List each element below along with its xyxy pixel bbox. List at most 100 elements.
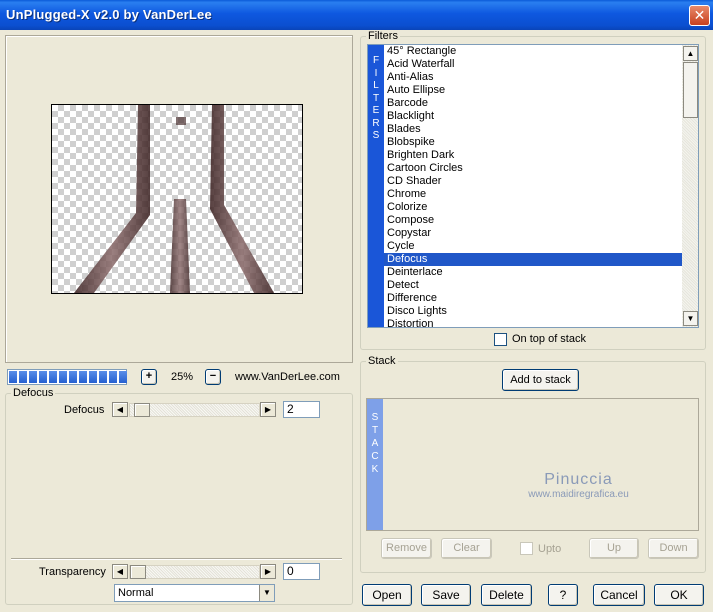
stack-band-letter: K <box>371 464 379 475</box>
transparency-label: Transparency <box>39 566 106 578</box>
stack-list[interactable]: STACK <box>366 398 699 531</box>
plugin-window: UnPlugged-X v2.0 by VanDerLee ✕ + 25% − … <box>0 0 713 612</box>
filter-list-item[interactable]: Deinterlace <box>384 266 682 279</box>
filters-band: FILTERS <box>368 45 384 327</box>
website-link[interactable]: www.VanDerLee.com <box>235 371 340 383</box>
preview-image[interactable] <box>51 104 303 294</box>
transparency-slider[interactable] <box>129 565 260 579</box>
arrow-left-icon: ◀ <box>116 567 124 576</box>
filter-list-item[interactable]: Brighten Dark <box>384 149 682 162</box>
on-top-label: On top of stack <box>512 333 586 345</box>
transparency-slider-thumb[interactable] <box>130 565 146 579</box>
down-button[interactable]: Down <box>648 538 699 559</box>
defocus-value-field[interactable]: 2 <box>283 401 320 418</box>
stack-band: STACK <box>367 399 383 530</box>
watermark-title: Pinuccia <box>544 471 613 488</box>
filters-group-label: Filters <box>366 30 400 42</box>
stack-band-letter: T <box>371 425 379 436</box>
progress-segment <box>99 371 107 383</box>
filter-list-item[interactable]: Distortion <box>384 318 682 327</box>
delete-button[interactable]: Delete <box>481 584 532 606</box>
filter-list-item[interactable]: Cartoon Circles <box>384 162 682 175</box>
filter-list-item[interactable]: Cycle <box>384 240 682 253</box>
transparency-increase-button[interactable]: ▶ <box>260 564 276 579</box>
upto-checkbox[interactable] <box>520 542 533 555</box>
progress-segment <box>19 371 27 383</box>
progress-segment <box>9 371 17 383</box>
filter-list-item[interactable]: Difference <box>384 292 682 305</box>
progress-segment <box>119 371 127 383</box>
filter-list-item[interactable]: Disco Lights <box>384 305 682 318</box>
parameters-group-label: Defocus <box>11 387 56 399</box>
progress-segment <box>89 371 97 383</box>
remove-button[interactable]: Remove <box>381 538 432 559</box>
filter-list-item[interactable]: Colorize <box>384 201 682 214</box>
filter-list-item[interactable]: Blades <box>384 123 682 136</box>
close-button[interactable]: ✕ <box>689 5 710 26</box>
filter-items: 45° Rectangle Acid Waterfall Anti-Alias Aut… <box>384 45 682 327</box>
close-icon: ✕ <box>693 7 706 23</box>
filter-list-item[interactable]: Blacklight <box>384 110 682 123</box>
progress-segment <box>49 371 57 383</box>
filters-band-letter: T <box>372 92 380 104</box>
chevron-down-icon: ▼ <box>263 588 271 597</box>
window-title: UnPlugged-X v2.0 by VanDerLee <box>6 7 212 22</box>
progress-segment <box>79 371 87 383</box>
zoom-out-button[interactable]: − <box>205 369 221 385</box>
progress-segment <box>29 371 37 383</box>
on-top-checkbox[interactable] <box>494 333 507 346</box>
progress-segment <box>59 371 67 383</box>
filter-list-item[interactable]: Barcode <box>384 97 682 110</box>
stack-band-letter: S <box>371 412 379 423</box>
filter-list-item[interactable]: 45° Rectangle <box>384 45 682 58</box>
filters-band-letter: L <box>373 80 379 91</box>
zoom-level: 25% <box>170 371 194 383</box>
filters-list[interactable]: FILTERS 45° Rectangle Acid Waterfall Anti-… <box>367 44 699 328</box>
filter-list-item[interactable]: Chrome <box>384 188 682 201</box>
clear-button[interactable]: Clear <box>441 538 492 559</box>
ok-button[interactable]: OK <box>654 584 704 606</box>
filter-list-item[interactable]: Auto Ellipse <box>384 84 682 97</box>
filter-list-item[interactable]: Acid Waterfall <box>384 58 682 71</box>
defocus-increase-button[interactable]: ▶ <box>260 402 276 417</box>
filter-list-item[interactable]: Anti-Alias <box>384 71 682 84</box>
up-button[interactable]: Up <box>589 538 639 559</box>
arrow-right-icon: ▶ <box>264 405 272 414</box>
scroll-thumb[interactable] <box>683 62 698 118</box>
scroll-down-button[interactable]: ▼ <box>683 311 698 326</box>
arrow-right-icon: ▶ <box>264 567 272 576</box>
filter-list-item[interactable]: CD Shader <box>384 175 682 188</box>
progress-bar <box>7 369 127 385</box>
watermark: Pinuccia www.maidiregrafica.eu <box>516 471 641 500</box>
blend-mode-select[interactable]: Normal ▼ <box>114 584 275 602</box>
save-button[interactable]: Save <box>421 584 471 606</box>
filters-scrollbar[interactable]: ▲ ▼ <box>682 45 698 327</box>
filter-list-item[interactable]: Compose <box>384 214 682 227</box>
defocus-slider[interactable] <box>129 403 260 417</box>
watermark-subtitle: www.maidiregrafica.eu <box>528 489 629 500</box>
dropdown-arrow-icon[interactable]: ▼ <box>259 585 274 601</box>
filters-band-letter: R <box>372 117 380 129</box>
zoom-in-button[interactable]: + <box>141 369 157 385</box>
defocus-slider-thumb[interactable] <box>134 403 150 417</box>
filter-list-item[interactable]: Defocus <box>384 253 682 266</box>
progress-segment <box>109 371 117 383</box>
transparency-value-field[interactable]: 0 <box>283 563 320 580</box>
open-button[interactable]: Open <box>362 584 412 606</box>
scroll-up-button[interactable]: ▲ <box>683 46 698 61</box>
add-to-stack-button[interactable]: Add to stack <box>502 369 579 391</box>
defocus-decrease-button[interactable]: ◀ <box>112 402 128 417</box>
cancel-button[interactable]: Cancel <box>593 584 645 606</box>
filters-band-letter: F <box>372 55 380 66</box>
preview-graphic <box>74 105 274 293</box>
scroll-down-icon: ▼ <box>686 314 695 323</box>
progress-fill <box>9 371 127 383</box>
arrow-left-icon: ◀ <box>116 405 124 414</box>
filter-list-item[interactable]: Blobspike <box>384 136 682 149</box>
help-button[interactable]: ? <box>548 584 578 606</box>
title-bar[interactable]: UnPlugged-X v2.0 by VanDerLee ✕ <box>0 0 713 30</box>
transparency-decrease-button[interactable]: ◀ <box>112 564 128 579</box>
filters-band-letter: E <box>372 105 380 116</box>
filter-list-item[interactable]: Copystar <box>384 227 682 240</box>
filter-list-item[interactable]: Detect <box>384 279 682 292</box>
